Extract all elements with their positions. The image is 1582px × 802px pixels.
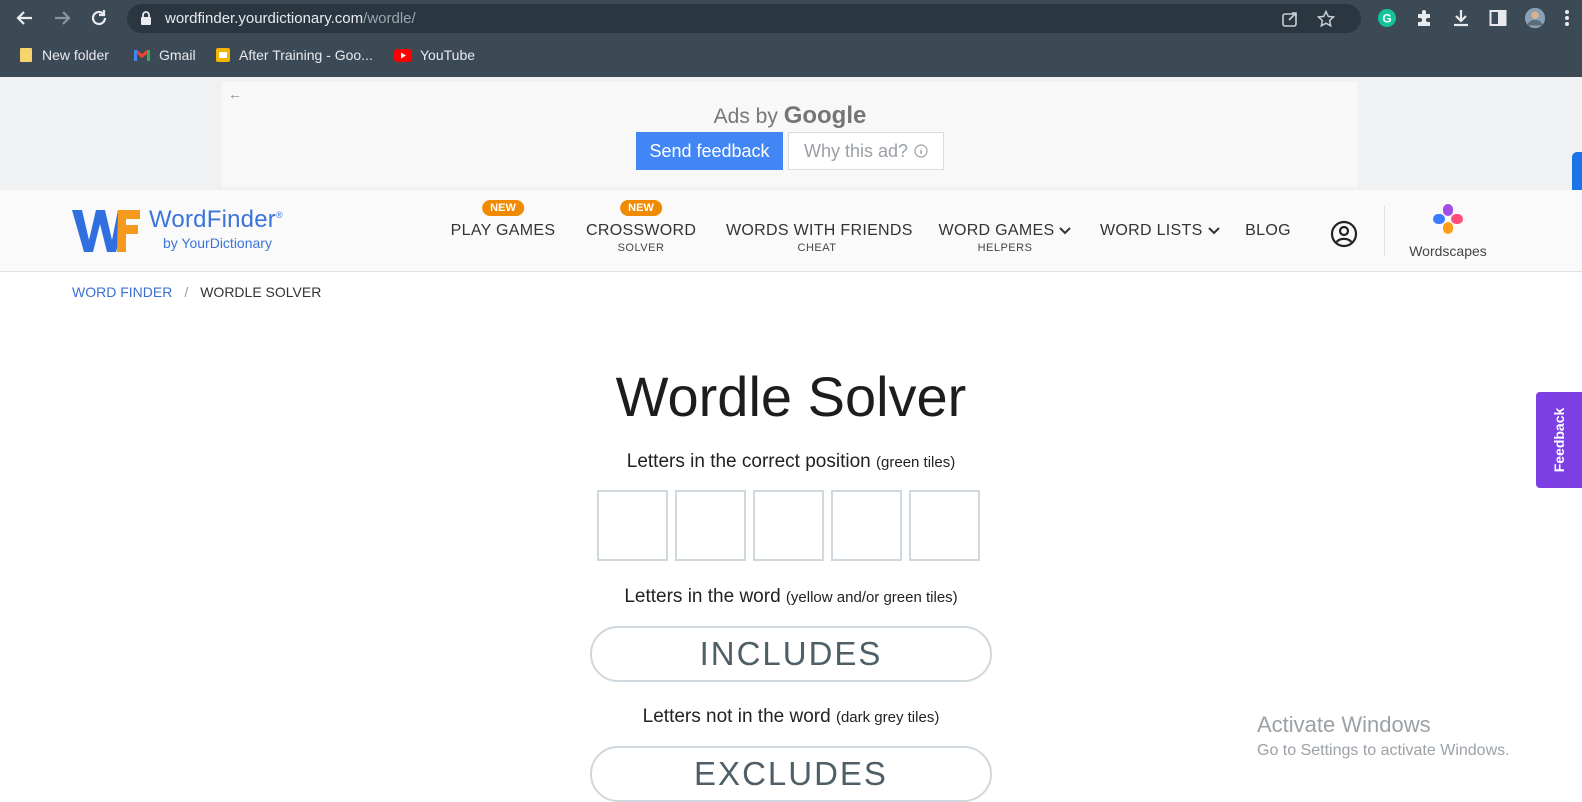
bookmark-new-folder[interactable]: New folder bbox=[18, 46, 109, 64]
slides-icon bbox=[216, 48, 230, 62]
nav-word-lists[interactable]: WORD LISTS bbox=[1100, 190, 1220, 272]
correct-position-label: Letters in the correct position (green t… bbox=[626, 451, 956, 472]
bookmarks-bar: New folder Gmail After Training - Goo...… bbox=[0, 40, 1582, 70]
address-bar[interactable]: wordfinder.yourdictionary.com/wordle/ bbox=[127, 4, 1361, 33]
ad-back-arrow-icon[interactable]: ← bbox=[228, 86, 242, 102]
browser-chrome: wordfinder.yourdictionary.com/wordle/ G … bbox=[0, 0, 1582, 77]
nav-play-games[interactable]: NEW PLAY GAMES bbox=[450, 190, 556, 272]
correct-position-tiles bbox=[597, 490, 980, 561]
bookmark-youtube[interactable]: YouTube bbox=[394, 46, 475, 64]
ad-banner-area: ← Ads by Google Send feedback Why this a… bbox=[0, 77, 1582, 190]
share-icon[interactable] bbox=[1281, 10, 1299, 28]
browser-toolbar: wordfinder.yourdictionary.com/wordle/ G bbox=[0, 0, 1582, 36]
bookmark-after-training[interactable]: After Training - Goo... bbox=[215, 46, 373, 64]
extensions-puzzle-icon[interactable] bbox=[1413, 7, 1435, 29]
svg-text:G: G bbox=[1382, 12, 1391, 26]
breadcrumb-separator: / bbox=[184, 284, 189, 300]
reload-icon[interactable] bbox=[87, 6, 111, 30]
new-badge: NEW bbox=[620, 200, 662, 216]
send-feedback-button[interactable]: Send feedback bbox=[636, 132, 783, 170]
feedback-tab[interactable]: Feedback bbox=[1536, 392, 1582, 488]
site-header: WordFinder® by YourDictionary NEW PLAY G… bbox=[0, 190, 1582, 272]
letter-tile-3[interactable] bbox=[753, 490, 824, 561]
page-title: Wordle Solver bbox=[615, 365, 967, 428]
menu-kebab-icon[interactable] bbox=[1560, 7, 1574, 29]
breadcrumb-current: WORDLE SOLVER bbox=[200, 284, 322, 300]
letter-tile-4[interactable] bbox=[831, 490, 902, 561]
wordscapes-icon bbox=[1433, 204, 1463, 234]
chevron-down-icon bbox=[1207, 227, 1220, 235]
wordscapes-link[interactable]: Wordscapes bbox=[1400, 202, 1496, 259]
side-panel-icon[interactable] bbox=[1487, 7, 1509, 29]
nav-crossword-solver[interactable]: NEW CROSSWORD SOLVER bbox=[586, 190, 696, 272]
nav-blog[interactable]: BLOG bbox=[1244, 190, 1292, 272]
grammarly-icon[interactable]: G bbox=[1376, 7, 1398, 29]
chevron-down-icon bbox=[1059, 227, 1072, 235]
bookmark-gmail[interactable]: Gmail bbox=[133, 46, 196, 64]
folder-icon bbox=[20, 48, 32, 62]
letter-tile-1[interactable] bbox=[597, 490, 668, 561]
new-badge: NEW bbox=[482, 200, 524, 216]
logo-text[interactable]: WordFinder® by YourDictionary bbox=[149, 206, 283, 251]
logo-title: WordFinder® bbox=[149, 206, 283, 233]
letter-tile-2[interactable] bbox=[675, 490, 746, 561]
nav-word-games[interactable]: WORD GAMES HELPERS bbox=[938, 190, 1072, 272]
nav-words-with-friends[interactable]: WORDS WITH FRIENDS CHEAT bbox=[726, 190, 912, 272]
includes-label: Letters in the word (yellow and/or green… bbox=[624, 586, 958, 607]
logo-subtitle: by YourDictionary bbox=[163, 235, 272, 251]
breadcrumb: WORD FINDER / WORDLE SOLVER bbox=[72, 284, 321, 300]
includes-input[interactable]: INCLUDES bbox=[590, 626, 992, 682]
back-arrow-icon[interactable] bbox=[13, 6, 37, 30]
ads-by-google: Ads by Google bbox=[713, 102, 867, 129]
breadcrumb-home-link[interactable]: WORD FINDER bbox=[72, 284, 172, 300]
ad-container: ← Ads by Google Send feedback Why this a… bbox=[222, 82, 1358, 187]
wordfinder-logo-icon[interactable] bbox=[72, 208, 140, 254]
profile-avatar-icon[interactable] bbox=[1524, 7, 1546, 29]
excludes-input[interactable]: EXCLUDES bbox=[590, 746, 992, 802]
youtube-icon bbox=[394, 48, 412, 62]
gmail-icon bbox=[134, 50, 150, 61]
bookmark-star-icon[interactable] bbox=[1317, 10, 1335, 28]
forward-arrow-icon[interactable] bbox=[50, 6, 74, 30]
letter-tile-5[interactable] bbox=[909, 490, 980, 561]
user-account-icon[interactable] bbox=[1330, 220, 1358, 248]
download-icon[interactable] bbox=[1450, 7, 1472, 29]
url-text: wordfinder.yourdictionary.com/wordle/ bbox=[165, 10, 416, 27]
why-this-ad-button[interactable]: Why this ad? bbox=[788, 132, 944, 170]
info-icon bbox=[914, 144, 928, 158]
lock-icon bbox=[141, 11, 151, 25]
activate-windows-watermark: Activate Windows Go to Settings to activ… bbox=[1257, 712, 1510, 759]
header-divider bbox=[1384, 206, 1385, 256]
